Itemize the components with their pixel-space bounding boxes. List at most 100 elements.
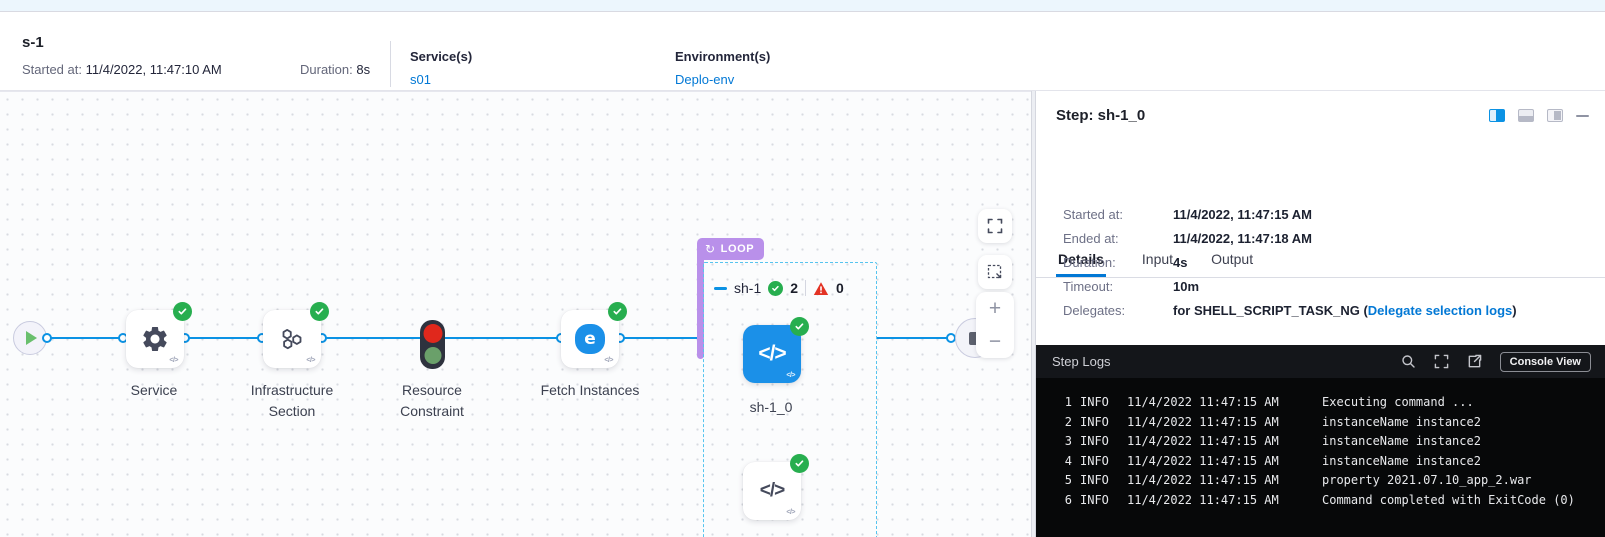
fit-to-screen-button[interactable] bbox=[978, 209, 1012, 243]
port bbox=[42, 333, 52, 343]
loop-badge-label: LOOP bbox=[721, 243, 755, 255]
top-accent-strip bbox=[0, 0, 1605, 12]
fetch-instances-icon: e bbox=[575, 324, 605, 354]
search-icon[interactable] bbox=[1401, 354, 1416, 369]
log-line: 5INFO11/4/2022 11:47:15 AMproperty 2021.… bbox=[1062, 471, 1605, 491]
step-logs-title: Step Logs bbox=[1052, 354, 1111, 369]
group-header[interactable]: sh-1 2 0 bbox=[714, 279, 844, 297]
log-level: INFO bbox=[1080, 491, 1113, 511]
log-message: instanceName instance2 bbox=[1322, 452, 1481, 472]
node-fetch-instances[interactable]: e </> bbox=[561, 310, 619, 368]
node-resource-constraint[interactable] bbox=[420, 320, 445, 369]
node-service[interactable]: </> bbox=[126, 310, 184, 368]
log-line-number: 2 bbox=[1062, 413, 1072, 433]
zoom-out-button[interactable]: − bbox=[989, 333, 1001, 351]
service-link[interactable]: s01 bbox=[410, 72, 472, 87]
log-timestamp: 11/4/2022 11:47:15 AM bbox=[1127, 432, 1282, 452]
log-message: instanceName instance2 bbox=[1322, 413, 1481, 433]
pipeline-canvas[interactable]: </> Service </> Infrastructure Section R… bbox=[0, 91, 1031, 537]
open-external-icon[interactable] bbox=[1467, 354, 1482, 369]
log-message: Command completed with ExitCode (0) bbox=[1322, 491, 1575, 511]
detail-label: Delegates: bbox=[1063, 304, 1173, 317]
template-code-icon: </> bbox=[306, 357, 315, 364]
success-badge-icon bbox=[790, 317, 809, 336]
duration-value: 8s bbox=[356, 62, 370, 77]
detail-row-started-at: Started at: 11/4/2022, 11:47:15 AM bbox=[1063, 208, 1517, 221]
log-actions: Console View bbox=[1401, 352, 1591, 372]
started-at-label: Started at: bbox=[22, 62, 82, 77]
console-view-button[interactable]: Console View bbox=[1500, 352, 1591, 372]
log-line-number: 6 bbox=[1062, 491, 1072, 511]
pipeline-execution-view: s-1 Started at: 11/4/2022, 11:47:10 AM D… bbox=[0, 0, 1605, 537]
count-divider bbox=[805, 280, 806, 296]
node-infrastructure[interactable]: </> bbox=[263, 310, 321, 368]
panel-layout-controls bbox=[1489, 109, 1589, 122]
log-level: INFO bbox=[1080, 432, 1113, 452]
node-sh-1-1[interactable]: </> </> bbox=[743, 462, 801, 520]
collapse-icon[interactable] bbox=[714, 287, 727, 290]
log-timestamp: 11/4/2022 11:47:15 AM bbox=[1127, 413, 1282, 433]
log-line-number: 4 bbox=[1062, 452, 1072, 472]
template-code-icon: </> bbox=[786, 372, 795, 379]
minimize-icon[interactable] bbox=[1576, 115, 1589, 117]
template-code-icon: </> bbox=[169, 357, 178, 364]
log-line: 3INFO11/4/2022 11:47:15 AMinstanceName i… bbox=[1062, 432, 1605, 452]
success-badge-icon bbox=[790, 454, 809, 473]
success-badge-icon bbox=[310, 302, 329, 321]
log-message: instanceName instance2 bbox=[1322, 432, 1481, 452]
duration-label: Duration: bbox=[300, 62, 353, 77]
edge-fetch-group bbox=[620, 337, 702, 339]
gear-icon bbox=[140, 324, 170, 354]
play-icon bbox=[26, 331, 37, 345]
edge-service-infra bbox=[184, 337, 264, 339]
zoom-control: + − bbox=[976, 292, 1014, 358]
marquee-select-button[interactable] bbox=[978, 255, 1012, 289]
log-message: Executing command ... bbox=[1322, 393, 1474, 413]
bottom-dock-icon[interactable] bbox=[1518, 109, 1534, 122]
fullscreen-icon[interactable] bbox=[1434, 354, 1449, 369]
detail-row-duration: Duration: 4s bbox=[1063, 256, 1517, 269]
node-sh-1-0[interactable]: </> </> bbox=[743, 325, 801, 383]
detail-label: Started at: bbox=[1063, 208, 1173, 221]
success-count: 2 bbox=[790, 280, 798, 296]
log-line: 4INFO11/4/2022 11:47:15 AMinstanceName i… bbox=[1062, 452, 1605, 472]
detail-label: Duration: bbox=[1063, 256, 1173, 269]
detail-label: Timeout: bbox=[1063, 280, 1173, 293]
delegate-selection-logs-link[interactable]: Delegate selection logs bbox=[1368, 303, 1513, 318]
failure-count-icon bbox=[813, 281, 829, 296]
zoom-in-button[interactable]: + bbox=[989, 300, 1001, 318]
node-label-sh-1-0: sh-1_0 bbox=[711, 397, 831, 418]
log-timestamp: 11/4/2022 11:47:15 AM bbox=[1127, 491, 1282, 511]
log-line-number: 1 bbox=[1062, 393, 1072, 413]
loop-badge[interactable]: ↻ LOOP bbox=[697, 238, 764, 260]
traffic-red-lamp bbox=[423, 324, 442, 343]
template-code-icon: </> bbox=[604, 357, 613, 364]
log-line-number: 5 bbox=[1062, 471, 1072, 491]
traffic-green-lamp bbox=[424, 347, 441, 364]
duration-line: Duration: 8s bbox=[300, 62, 370, 77]
delegates-suffix: ) bbox=[1512, 303, 1516, 318]
detail-label: Ended at: bbox=[1063, 232, 1173, 245]
started-at-value: 11/4/2022, 11:47:10 AM bbox=[86, 62, 222, 77]
infrastructure-icon bbox=[275, 322, 309, 356]
services-block: Service(s) s01 bbox=[410, 49, 472, 87]
step-logs-console: Step Logs Console View 1 INFO 11/4/2022 11… bbox=[1036, 345, 1605, 537]
pipeline-name: s-1 bbox=[22, 34, 44, 51]
detail-row-timeout: Timeout: 10m bbox=[1063, 280, 1517, 293]
step-logs-header: Step Logs Console View bbox=[1036, 345, 1605, 378]
group-name: sh-1 bbox=[734, 280, 761, 296]
environment-link[interactable]: Deplo-env bbox=[675, 72, 770, 87]
detail-value: 11/4/2022, 11:47:15 AM bbox=[1173, 208, 1312, 221]
detail-value: 11/4/2022, 11:47:18 AM bbox=[1173, 232, 1312, 245]
log-lines[interactable]: 1 INFO 11/4/2022 11:47:15 AM Executing comm… bbox=[1036, 378, 1605, 510]
detail-value: for SHELL_SCRIPT_TASK_NG (Delegate selec… bbox=[1173, 304, 1517, 317]
log-timestamp: 11/4/2022 11:47:15 AM bbox=[1127, 471, 1282, 491]
right-dock-icon[interactable] bbox=[1547, 109, 1563, 122]
started-at-line: Started at: 11/4/2022, 11:47:10 AM bbox=[22, 62, 222, 77]
failure-count: 0 bbox=[836, 280, 844, 296]
node-label-resource-constraint: Resource Constraint bbox=[377, 380, 487, 422]
node-label-fetch-instances: Fetch Instances bbox=[515, 380, 665, 401]
log-level: INFO bbox=[1080, 393, 1113, 413]
split-view-icon[interactable] bbox=[1489, 109, 1505, 122]
services-label: Service(s) bbox=[410, 49, 472, 64]
